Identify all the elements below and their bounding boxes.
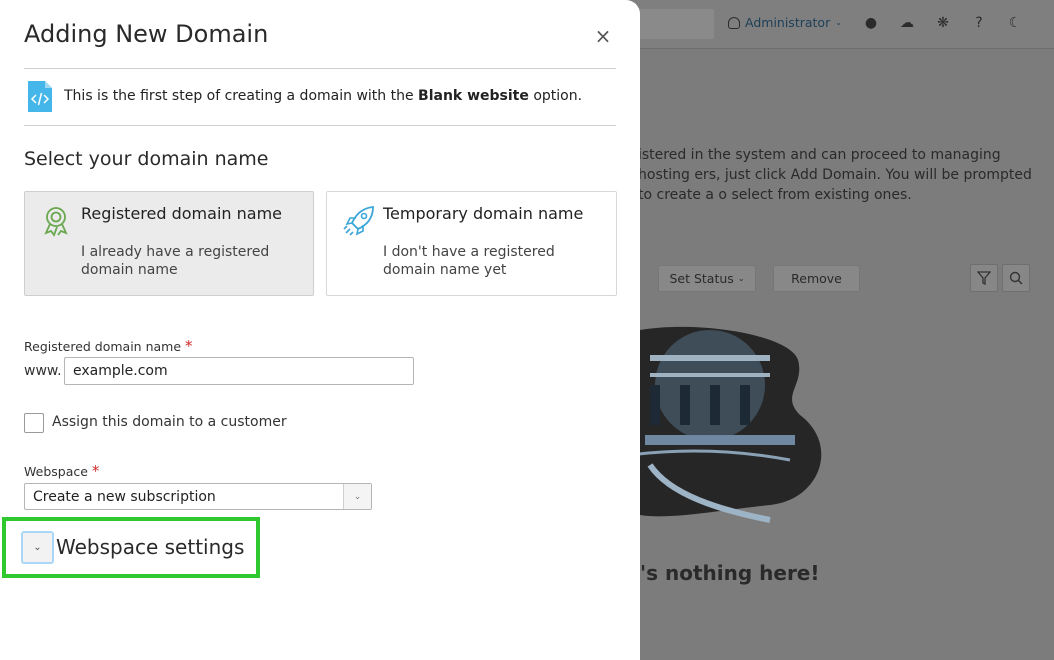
divider <box>24 68 616 69</box>
assign-customer-label: Assign this domain to a customer <box>52 414 287 430</box>
close-icon[interactable]: × <box>594 26 612 46</box>
user-label: Administrator <box>745 15 831 30</box>
webspace-selected-value: Create a new subscription <box>33 488 216 505</box>
extensions-icon[interactable]: ❋ <box>934 14 952 32</box>
dark-mode-icon[interactable]: ☾ <box>1006 14 1024 32</box>
user-icon <box>728 16 740 29</box>
info-prefix: This is the first step of creating a dom… <box>64 88 419 104</box>
domain-label-text: Registered domain name <box>24 339 182 354</box>
required-mark: * <box>91 462 100 480</box>
chevron-down-icon: ⌄ <box>737 274 745 283</box>
rocket-icon <box>343 206 374 236</box>
set-status-label: Set Status <box>669 271 734 286</box>
remove-label: Remove <box>791 271 842 286</box>
info-bold: Blank website <box>418 88 529 104</box>
domain-field-label: Registered domain name * <box>24 337 193 355</box>
user-menu[interactable]: Administrator ⌄ <box>728 15 842 30</box>
page-description: istered in the system and can proceed to… <box>638 147 1032 203</box>
domain-name-value: example.com <box>73 363 168 379</box>
webspace-settings-toggle[interactable]: ⌄ <box>21 531 54 564</box>
card-description: I already have a registered domain name <box>81 244 270 278</box>
empty-illustration <box>630 326 822 523</box>
webspace-field-label: Webspace * <box>24 462 99 480</box>
card-description: I don't have a registered domain name ye… <box>383 244 555 278</box>
chevron-down-icon: ⌄ <box>835 18 842 27</box>
info-suffix: option. <box>528 88 583 104</box>
card-title: Temporary domain name <box>383 204 584 223</box>
panel-title: Adding New Domain <box>24 20 269 48</box>
set-status-button[interactable]: Set Status ⌄ <box>658 265 756 292</box>
registered-domain-card[interactable]: Registered domain name I already have a … <box>24 191 314 296</box>
search-bar[interactable] <box>630 9 714 39</box>
temporary-domain-card[interactable]: Temporary domain name I don't have a reg… <box>326 191 617 296</box>
webspace-select[interactable]: Create a new subscription ⌄ <box>24 483 372 510</box>
chevron-down-icon: ⌄ <box>343 484 371 509</box>
assign-customer-checkbox[interactable] <box>24 413 44 433</box>
card-title: Registered domain name <box>81 204 282 223</box>
www-prefix: www. <box>24 363 62 379</box>
chevron-down-icon: ⌄ <box>33 542 42 553</box>
search-icon[interactable] <box>1002 264 1030 292</box>
webspace-settings-label[interactable]: Webspace settings <box>56 535 244 559</box>
webspace-label-text: Webspace <box>24 464 88 479</box>
award-icon <box>44 207 68 237</box>
required-mark: * <box>185 337 193 355</box>
divider <box>24 125 616 126</box>
filter-icon[interactable] <box>970 264 998 292</box>
support-icon[interactable]: ● <box>862 14 880 32</box>
top-icons: ● ☁ ❋ ? ☾ <box>862 14 1024 32</box>
domain-name-input[interactable]: example.com <box>64 357 414 385</box>
empty-message: 's nothing here! <box>640 561 820 585</box>
section-title: Select your domain name <box>24 148 269 170</box>
file-code-icon <box>28 81 52 112</box>
add-domain-panel: Adding New Domain × This is the first st… <box>0 0 640 660</box>
remove-button[interactable]: Remove <box>773 265 860 292</box>
info-text: This is the first step of creating a dom… <box>64 88 582 104</box>
help-icon[interactable]: ? <box>970 14 988 32</box>
cloud-icon[interactable]: ☁ <box>898 14 916 32</box>
